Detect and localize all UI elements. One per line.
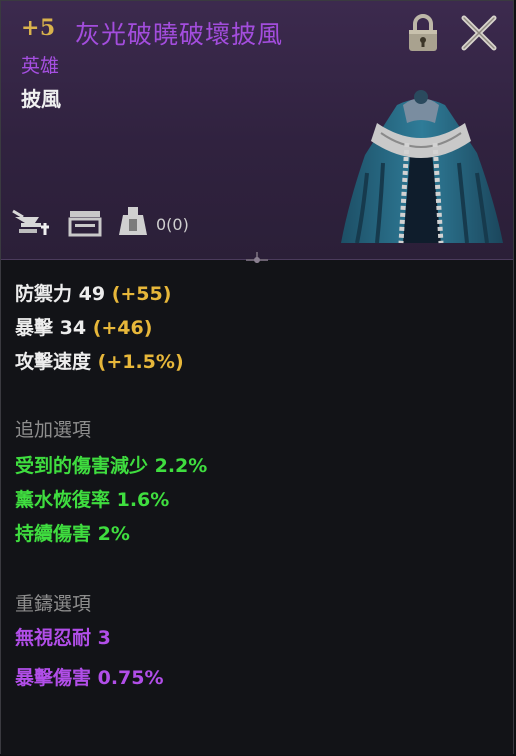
reforge-option: 暴擊傷害 0.75% <box>15 667 164 689</box>
additional-option: 薰水恢復率 1.6% <box>15 489 170 511</box>
chest-icon <box>68 211 102 237</box>
stat-defense: 防禦力 49 (+55) <box>15 283 172 305</box>
item-name: 灰光破曉破壞披風 <box>75 20 284 49</box>
stat-crit: 暴擊 34 (+46) <box>15 317 153 339</box>
enhance-level: +5 <box>21 15 56 41</box>
reforge-options-title: 重鑄選項 <box>15 593 92 615</box>
close-icon[interactable] <box>459 13 499 53</box>
additional-option: 持續傷害 2% <box>15 523 130 545</box>
weight-icon <box>119 207 147 235</box>
item-tooltip: +5 灰光破曉破壞披風 英雄 披風 0(0) 防禦力 49 (+55) 暴擊 3… <box>0 0 514 755</box>
item-grade: 英雄 <box>21 55 60 77</box>
reforge-option: 無視忍耐 3 <box>15 627 111 649</box>
additional-options-title: 追加選項 <box>15 419 92 441</box>
item-category: 披風 <box>21 87 61 111</box>
anvil-plus-icon <box>12 209 49 235</box>
cloak-image <box>341 90 503 244</box>
lock-icon[interactable] <box>406 13 440 53</box>
tooltip-body: 防禦力 49 (+55) 暴擊 34 (+46) 攻擊速度 (+1.5%) 追加… <box>1 263 513 755</box>
additional-option: 受到的傷害減少 2.2% <box>15 455 208 477</box>
stat-attack-speed: 攻擊速度 (+1.5%) <box>15 351 184 373</box>
durability-count: 0(0) <box>156 215 189 234</box>
tooltip-header: +5 灰光破曉破壞披風 英雄 披風 0(0) <box>1 1 513 260</box>
